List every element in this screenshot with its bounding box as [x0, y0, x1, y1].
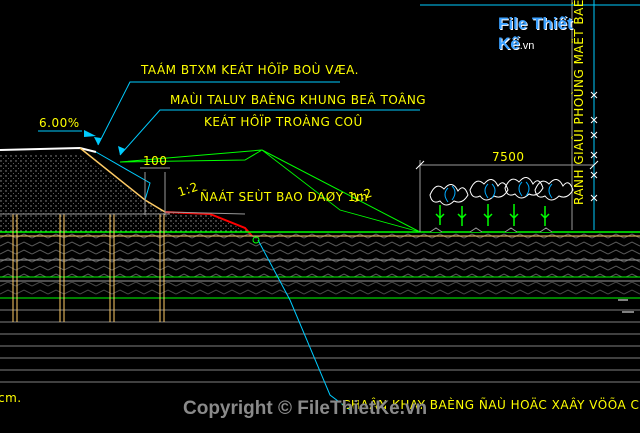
ground-hatch — [0, 232, 640, 277]
left-cut-label: cm. — [0, 391, 22, 405]
shrub-row — [429, 177, 574, 233]
dim-7500-label: 7500 — [492, 150, 525, 164]
fill-note-label: ÑAÁT SEÙT BAO DAØY 1m — [200, 190, 369, 204]
logo-suffix: .vn — [519, 40, 535, 52]
watermark-logo: File Thiết Kế.vn — [498, 14, 608, 53]
note-taluy-2: KEÁT HÔÏP TROÀNG COÛ — [204, 115, 363, 129]
slope-percent-label: 6.00% — [39, 116, 80, 130]
copyright-watermark: Copyright © FileThietKe.vn — [183, 398, 428, 419]
note-taluy-1: MAÙI TALUY BAÈNG KHUNG BEÂ TOÂNG — [170, 93, 427, 107]
leader-top — [97, 81, 340, 146]
dim-100-label: 100 — [143, 154, 168, 168]
ground-hatch-2 — [0, 282, 640, 298]
slope-green-wedge — [119, 149, 263, 163]
slope-pct-arrow — [84, 130, 96, 137]
note-btxm: TAÁM BTXM KEÁT HÔÏP BOÙ VÆA. — [141, 63, 359, 77]
